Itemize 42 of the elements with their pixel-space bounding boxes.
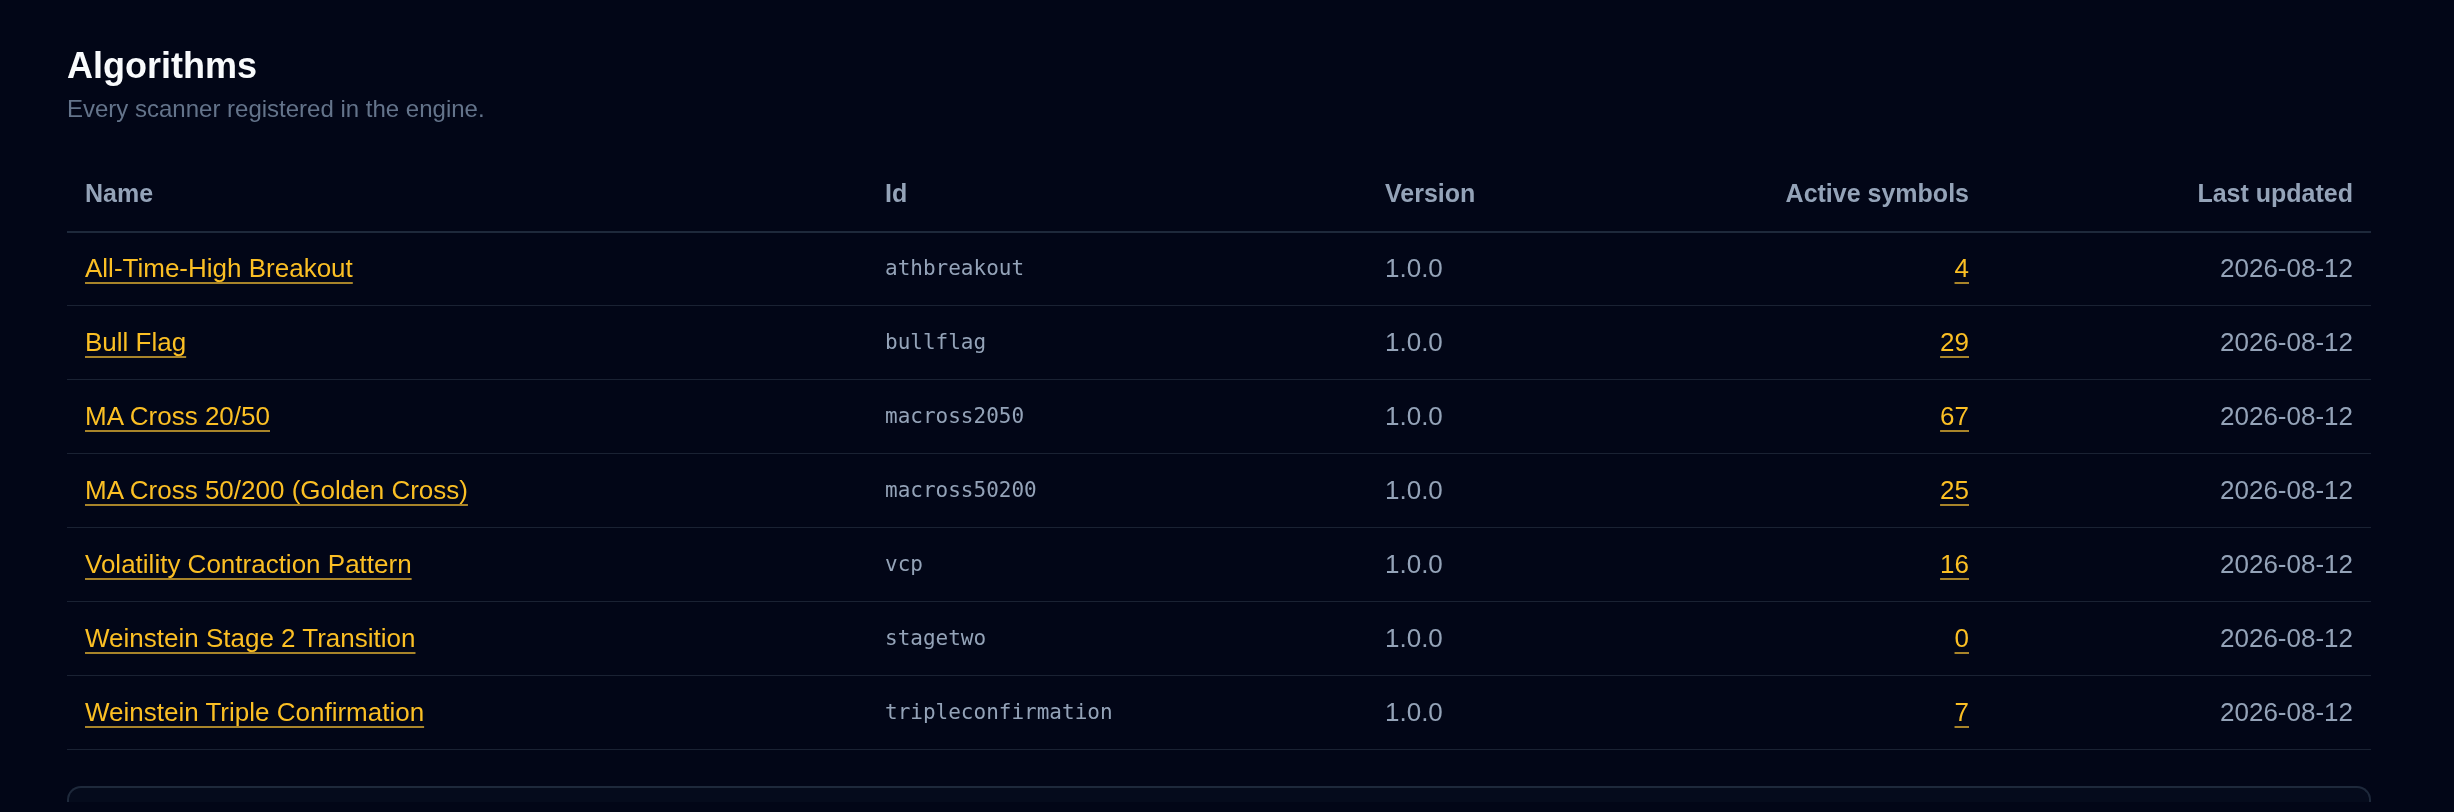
symbols-count-link[interactable]: 25 <box>1940 475 1969 506</box>
column-header: Name <box>67 157 867 232</box>
version-cell: 1.0.0 <box>1367 527 1617 602</box>
column-header: Last updated <box>1987 157 2371 232</box>
algorithm-link[interactable]: MA Cross 20/50 <box>85 401 270 432</box>
date-cell: 2026-08-12 <box>1987 305 2371 380</box>
id-cell: bullflag <box>867 305 1367 380</box>
algorithm-link[interactable]: Weinstein Triple Confirmation <box>85 697 425 728</box>
page-subtitle: Every scanner registered in the engine. <box>67 94 486 125</box>
symbols-count-link[interactable]: 67 <box>1940 401 1969 432</box>
version-cell: 1.0.0 <box>1367 601 1617 676</box>
algorithm-link[interactable]: Weinstein Stage 2 Transition <box>85 623 416 654</box>
id-cell: tripleconfirmation <box>867 675 1367 750</box>
symbols-count-link[interactable]: 7 <box>1954 697 1969 728</box>
id-cell: athbreakout <box>867 231 1367 306</box>
symbols-count-link[interactable]: 16 <box>1940 549 1969 580</box>
algorithm-link[interactable]: All-Time-High Breakout <box>85 253 353 284</box>
date-cell: 2026-08-12 <box>1987 379 2371 454</box>
date-cell: 2026-08-12 <box>1987 601 2371 676</box>
id-cell: macross50200 <box>867 453 1367 528</box>
date-cell: 2026-08-12 <box>1987 527 2371 602</box>
version-cell: 1.0.0 <box>1367 675 1617 750</box>
algorithm-link[interactable]: Bull Flag <box>85 327 187 358</box>
version-cell: 1.0.0 <box>1367 305 1617 380</box>
symbols-count-link[interactable]: 4 <box>1954 253 1969 284</box>
version-cell: 1.0.0 <box>1367 379 1617 454</box>
page-title: Algorithms <box>67 44 258 88</box>
version-cell: 1.0.0 <box>1367 453 1617 528</box>
column-header: Id <box>867 157 1367 232</box>
id-cell: stagetwo <box>867 601 1367 676</box>
date-cell: 2026-08-12 <box>1987 675 2371 750</box>
version-cell: 1.0.0 <box>1367 231 1617 306</box>
column-header: Active symbols <box>1617 157 1987 232</box>
column-header: Version <box>1367 157 1617 232</box>
algorithm-link[interactable]: Volatility Contraction Pattern <box>85 549 412 580</box>
id-cell: vcp <box>867 527 1367 602</box>
symbols-count-link[interactable]: 0 <box>1954 623 1969 654</box>
symbols-count-link[interactable]: 29 <box>1940 327 1969 358</box>
algorithm-link[interactable]: MA Cross 50/200 (Golden Cross) <box>85 475 468 506</box>
id-cell: macross2050 <box>867 379 1367 454</box>
date-cell: 2026-08-12 <box>1987 231 2371 306</box>
date-cell: 2026-08-12 <box>1987 453 2371 528</box>
